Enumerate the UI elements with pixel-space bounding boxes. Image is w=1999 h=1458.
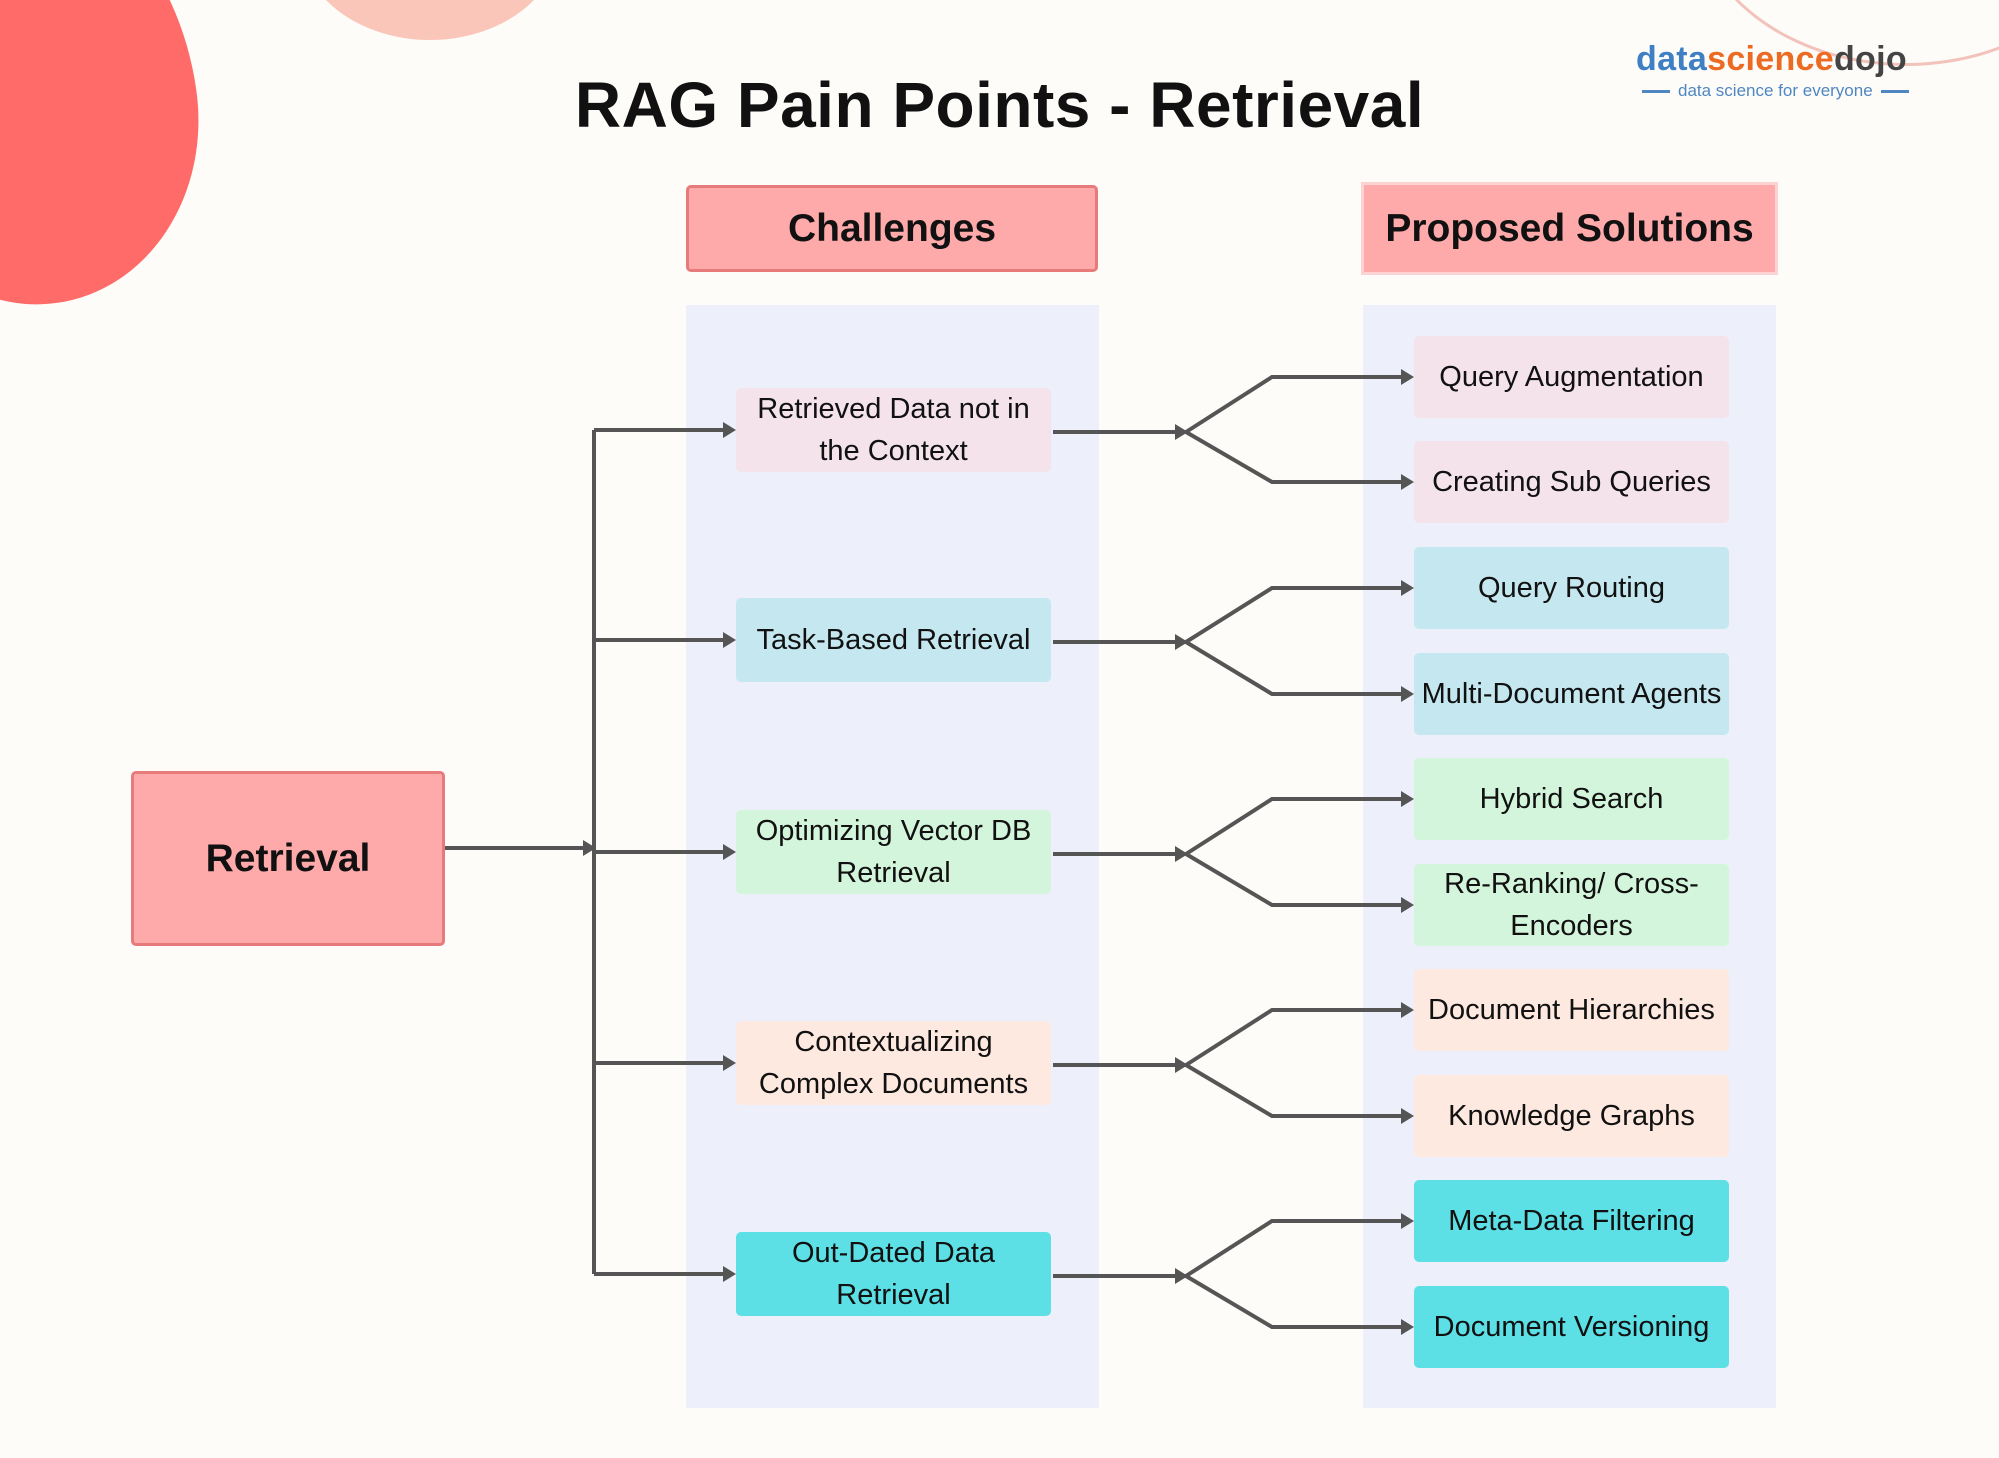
challenge-node: Retrieved Data not in the Context: [736, 388, 1051, 472]
solution-node: Document Versioning: [1414, 1286, 1729, 1368]
arrow-head-icon: [723, 422, 736, 438]
arrow-head-icon: [1401, 1108, 1414, 1124]
solution-node: Query Routing: [1414, 547, 1729, 629]
solution-node: Meta-Data Filtering: [1414, 1180, 1729, 1262]
solution-node: Creating Sub Queries: [1414, 441, 1729, 523]
solution-connector: [1184, 797, 1408, 856]
challenge-node: Contextualizing Complex Documents: [736, 1021, 1051, 1105]
solution-connector: [1184, 586, 1408, 644]
solution-node: Multi-Document Agents: [1414, 653, 1729, 735]
arrow-head-icon: [723, 844, 736, 860]
solution-connector: [1184, 1008, 1408, 1067]
solution-connector: [1184, 1274, 1408, 1329]
solution-node: Knowledge Graphs: [1414, 1075, 1729, 1157]
solution-connector: [1184, 430, 1408, 484]
challenge-node: Optimizing Vector DB Retrieval: [736, 810, 1051, 894]
arrow-head-icon: [723, 632, 736, 648]
arrow-head-icon: [1401, 1319, 1414, 1335]
solution-connector: [1184, 375, 1408, 434]
arrow-head-icon: [1401, 791, 1414, 807]
arrow-head-icon: [1401, 580, 1414, 596]
challenge-node: Task-Based Retrieval: [736, 598, 1051, 682]
root-node-retrieval: Retrieval: [131, 771, 445, 946]
arrow-head-icon: [1401, 474, 1414, 490]
challenge-node: Out-Dated Data Retrieval: [736, 1232, 1051, 1316]
solution-connector: [1184, 1219, 1408, 1278]
arrow-head-icon: [1401, 686, 1414, 702]
solution-connector: [1184, 1063, 1408, 1118]
arrow-head-icon: [1401, 1213, 1414, 1229]
arrow-head-icon: [723, 1055, 736, 1071]
arrow-head-icon: [723, 1266, 736, 1282]
solution-connector: [1184, 852, 1408, 907]
solution-node: Query Augmentation: [1414, 336, 1729, 418]
solution-node: Re-Ranking/ Cross-Encoders: [1414, 864, 1729, 946]
arrow-head-icon: [1401, 897, 1414, 913]
solution-node: Document Hierarchies: [1414, 969, 1729, 1051]
solution-node: Hybrid Search: [1414, 758, 1729, 840]
solution-connector: [1184, 640, 1408, 696]
arrow-head-icon: [1401, 1002, 1414, 1018]
arrow-head-icon: [1401, 369, 1414, 385]
